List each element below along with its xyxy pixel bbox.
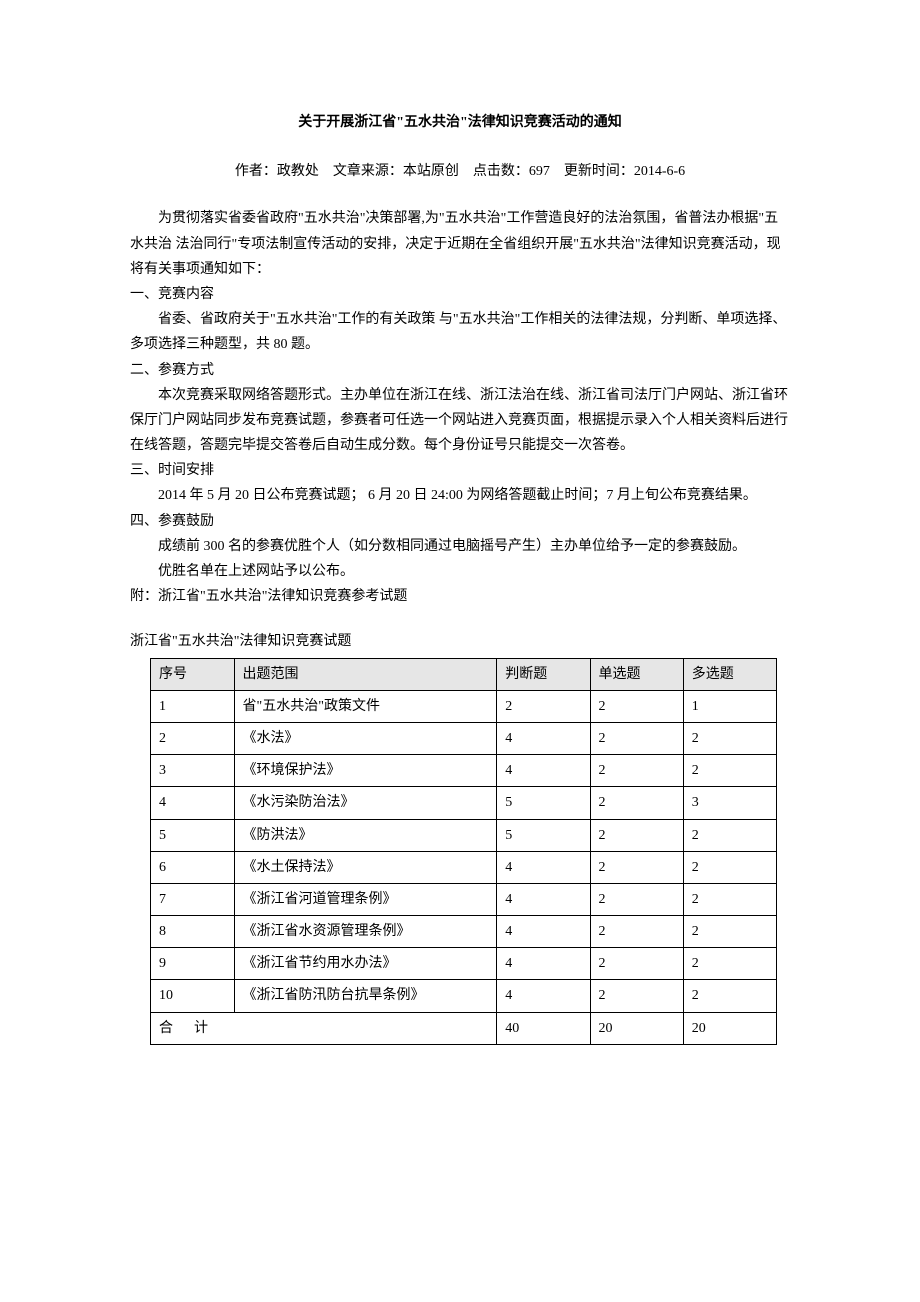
- cell-single: 2: [590, 948, 683, 980]
- cell-multi: 2: [683, 883, 776, 915]
- author-label: 作者：: [235, 164, 277, 179]
- total-multi: 20: [683, 1012, 776, 1044]
- cell-judge: 4: [497, 948, 590, 980]
- section-3-body: 2014 年 5 月 20 日公布竞赛试题； 6 月 20 日 24:00 为网…: [130, 483, 790, 508]
- cell-multi: 3: [683, 787, 776, 819]
- cell-multi: 2: [683, 819, 776, 851]
- section-2-body: 本次竞赛采取网络答题形式。主办单位在浙江在线、浙江法治在线、浙江省司法厅门户网站…: [130, 383, 790, 459]
- cell-scope: 《浙江省河道管理条例》: [234, 883, 497, 915]
- cell-idx: 4: [151, 787, 235, 819]
- table-row: 1省"五水共治"政策文件221: [151, 690, 777, 722]
- cell-idx: 5: [151, 819, 235, 851]
- cell-multi: 2: [683, 755, 776, 787]
- total-single: 20: [590, 1012, 683, 1044]
- cell-single: 2: [590, 819, 683, 851]
- cell-single: 2: [590, 722, 683, 754]
- total-label: 合计: [151, 1012, 497, 1044]
- cell-multi: 2: [683, 980, 776, 1012]
- section-1-heading: 一、竞赛内容: [130, 282, 790, 307]
- cell-single: 2: [590, 980, 683, 1012]
- table-row: 9《浙江省节约用水办法》422: [151, 948, 777, 980]
- table-row: 4《水污染防治法》523: [151, 787, 777, 819]
- cell-idx: 8: [151, 916, 235, 948]
- cell-multi: 2: [683, 851, 776, 883]
- table-title: 浙江省"五水共治"法律知识竞赛试题: [130, 629, 790, 654]
- table-row: 7《浙江省河道管理条例》422: [151, 883, 777, 915]
- hits-label: 点击数：: [473, 164, 529, 179]
- cell-judge: 2: [497, 690, 590, 722]
- cell-idx: 7: [151, 883, 235, 915]
- cell-multi: 2: [683, 916, 776, 948]
- cell-scope: 省"五水共治"政策文件: [234, 690, 497, 722]
- cell-idx: 2: [151, 722, 235, 754]
- cell-single: 2: [590, 916, 683, 948]
- cell-idx: 10: [151, 980, 235, 1012]
- cell-judge: 5: [497, 819, 590, 851]
- document-meta: 作者：政教处 文章来源：本站原创 点击数：697 更新时间：2014-6-6: [130, 159, 790, 184]
- document-title: 关于开展浙江省"五水共治"法律知识竞赛活动的通知: [130, 110, 790, 135]
- section-1-body: 省委、省政府关于"五水共治"工作的有关政策 与"五水共治"工作相关的法律法规，分…: [130, 307, 790, 357]
- attachment-line: 附：浙江省"五水共治"法律知识竞赛参考试题: [130, 584, 790, 609]
- document-page: 关于开展浙江省"五水共治"法律知识竞赛活动的通知 作者：政教处 文章来源：本站原…: [0, 0, 920, 1105]
- cell-idx: 1: [151, 690, 235, 722]
- cell-judge: 5: [497, 787, 590, 819]
- cell-judge: 4: [497, 851, 590, 883]
- header-index: 序号: [151, 658, 235, 690]
- cell-judge: 4: [497, 883, 590, 915]
- cell-scope: 《浙江省防汛防台抗旱条例》: [234, 980, 497, 1012]
- hits-value: 697: [529, 164, 550, 179]
- table-row: 5《防洪法》522: [151, 819, 777, 851]
- cell-multi: 1: [683, 690, 776, 722]
- cell-scope: 《水法》: [234, 722, 497, 754]
- cell-single: 2: [590, 787, 683, 819]
- cell-single: 2: [590, 883, 683, 915]
- section-4-heading: 四、参赛鼓励: [130, 509, 790, 534]
- cell-idx: 3: [151, 755, 235, 787]
- cell-judge: 4: [497, 722, 590, 754]
- cell-judge: 4: [497, 980, 590, 1012]
- intro-paragraph: 为贯彻落实省委省政府"五水共治"决策部署,为"五水共治"工作营造良好的法治氛围，…: [130, 206, 790, 282]
- section-4-body-2: 优胜名单在上述网站予以公布。: [130, 559, 790, 584]
- section-3-heading: 三、时间安排: [130, 458, 790, 483]
- table-row: 6《水土保持法》422: [151, 851, 777, 883]
- update-label: 更新时间：: [564, 164, 634, 179]
- cell-scope: 《环境保护法》: [234, 755, 497, 787]
- cell-single: 2: [590, 755, 683, 787]
- cell-multi: 2: [683, 948, 776, 980]
- cell-single: 2: [590, 690, 683, 722]
- cell-scope: 《水土保持法》: [234, 851, 497, 883]
- table-header-row: 序号 出题范围 判断题 单选题 多选题: [151, 658, 777, 690]
- table-row: 3《环境保护法》422: [151, 755, 777, 787]
- source-label: 文章来源：: [333, 164, 403, 179]
- table-row: 10《浙江省防汛防台抗旱条例》422: [151, 980, 777, 1012]
- cell-scope: 《水污染防治法》: [234, 787, 497, 819]
- cell-scope: 《防洪法》: [234, 819, 497, 851]
- cell-multi: 2: [683, 722, 776, 754]
- author-value: 政教处: [277, 164, 319, 179]
- cell-judge: 4: [497, 755, 590, 787]
- header-single: 单选题: [590, 658, 683, 690]
- question-table: 序号 出题范围 判断题 单选题 多选题 1省"五水共治"政策文件2212《水法》…: [150, 658, 777, 1045]
- source-value: 本站原创: [403, 164, 459, 179]
- header-judge: 判断题: [497, 658, 590, 690]
- cell-idx: 9: [151, 948, 235, 980]
- cell-idx: 6: [151, 851, 235, 883]
- header-multi: 多选题: [683, 658, 776, 690]
- section-4-body-1: 成绩前 300 名的参赛优胜个人（如分数相同通过电脑摇号产生）主办单位给予一定的…: [130, 534, 790, 559]
- cell-scope: 《浙江省节约用水办法》: [234, 948, 497, 980]
- update-value: 2014-6-6: [634, 164, 685, 179]
- table-row: 8《浙江省水资源管理条例》422: [151, 916, 777, 948]
- cell-scope: 《浙江省水资源管理条例》: [234, 916, 497, 948]
- header-scope: 出题范围: [234, 658, 497, 690]
- cell-judge: 4: [497, 916, 590, 948]
- cell-single: 2: [590, 851, 683, 883]
- table-body: 1省"五水共治"政策文件2212《水法》4223《环境保护法》4224《水污染防…: [151, 690, 777, 1044]
- table-total-row: 合计402020: [151, 1012, 777, 1044]
- table-row: 2《水法》422: [151, 722, 777, 754]
- total-judge: 40: [497, 1012, 590, 1044]
- section-2-heading: 二、参赛方式: [130, 358, 790, 383]
